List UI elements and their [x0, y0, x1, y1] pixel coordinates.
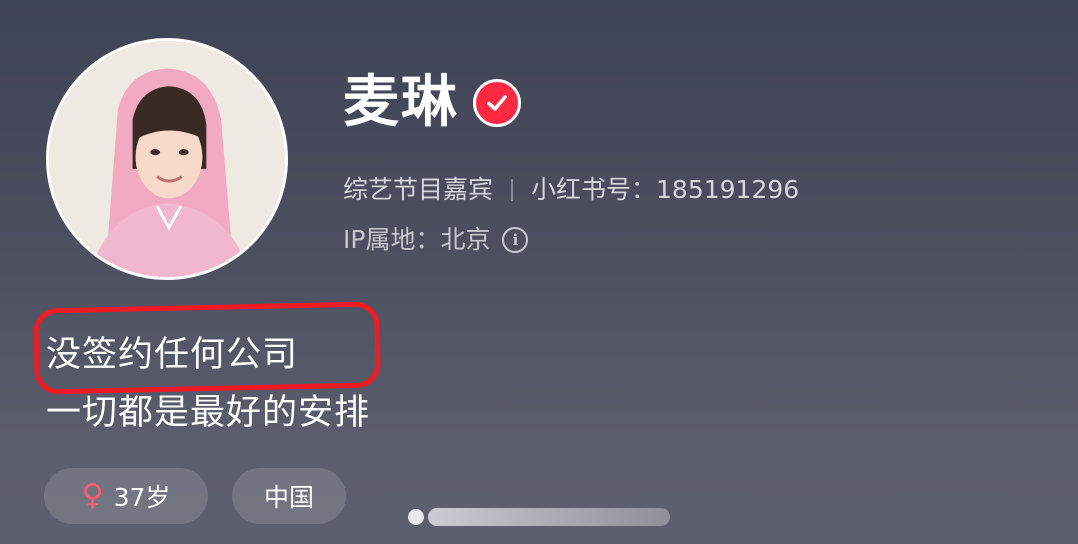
- gender-age-tag: ♀ 37岁: [44, 468, 208, 524]
- profile-role: 综艺节目嘉宾: [343, 175, 494, 204]
- country-label: 中国: [263, 483, 314, 512]
- bio-line-2: 一切都是最好的安排: [46, 393, 371, 433]
- watermark-logo-icon: [408, 509, 424, 525]
- account-id: 小红书号：185191296: [531, 175, 800, 204]
- name-row: 麦琳: [343, 70, 521, 136]
- avatar-photo: [49, 41, 285, 277]
- profile-name: 麦琳: [343, 70, 459, 135]
- female-icon: ♀: [81, 478, 104, 513]
- profile-meta: 综艺节目嘉宾 小红书号：185191296: [343, 172, 799, 208]
- info-icon[interactable]: i: [502, 227, 529, 253]
- ip-location-row: IP属地：北京 i: [343, 222, 529, 258]
- country-tag: 中国: [232, 468, 346, 524]
- avatar[interactable]: [46, 38, 288, 280]
- watermark-text-blur: [428, 508, 670, 526]
- meta-divider: [511, 179, 514, 201]
- age-label: 37岁: [113, 483, 171, 512]
- ip-location: IP属地：北京: [343, 225, 491, 254]
- bio-line-1: 没签约任何公司: [46, 335, 299, 375]
- verified-check-icon[interactable]: [473, 79, 521, 127]
- watermark: [408, 506, 670, 528]
- check-icon: [487, 95, 507, 111]
